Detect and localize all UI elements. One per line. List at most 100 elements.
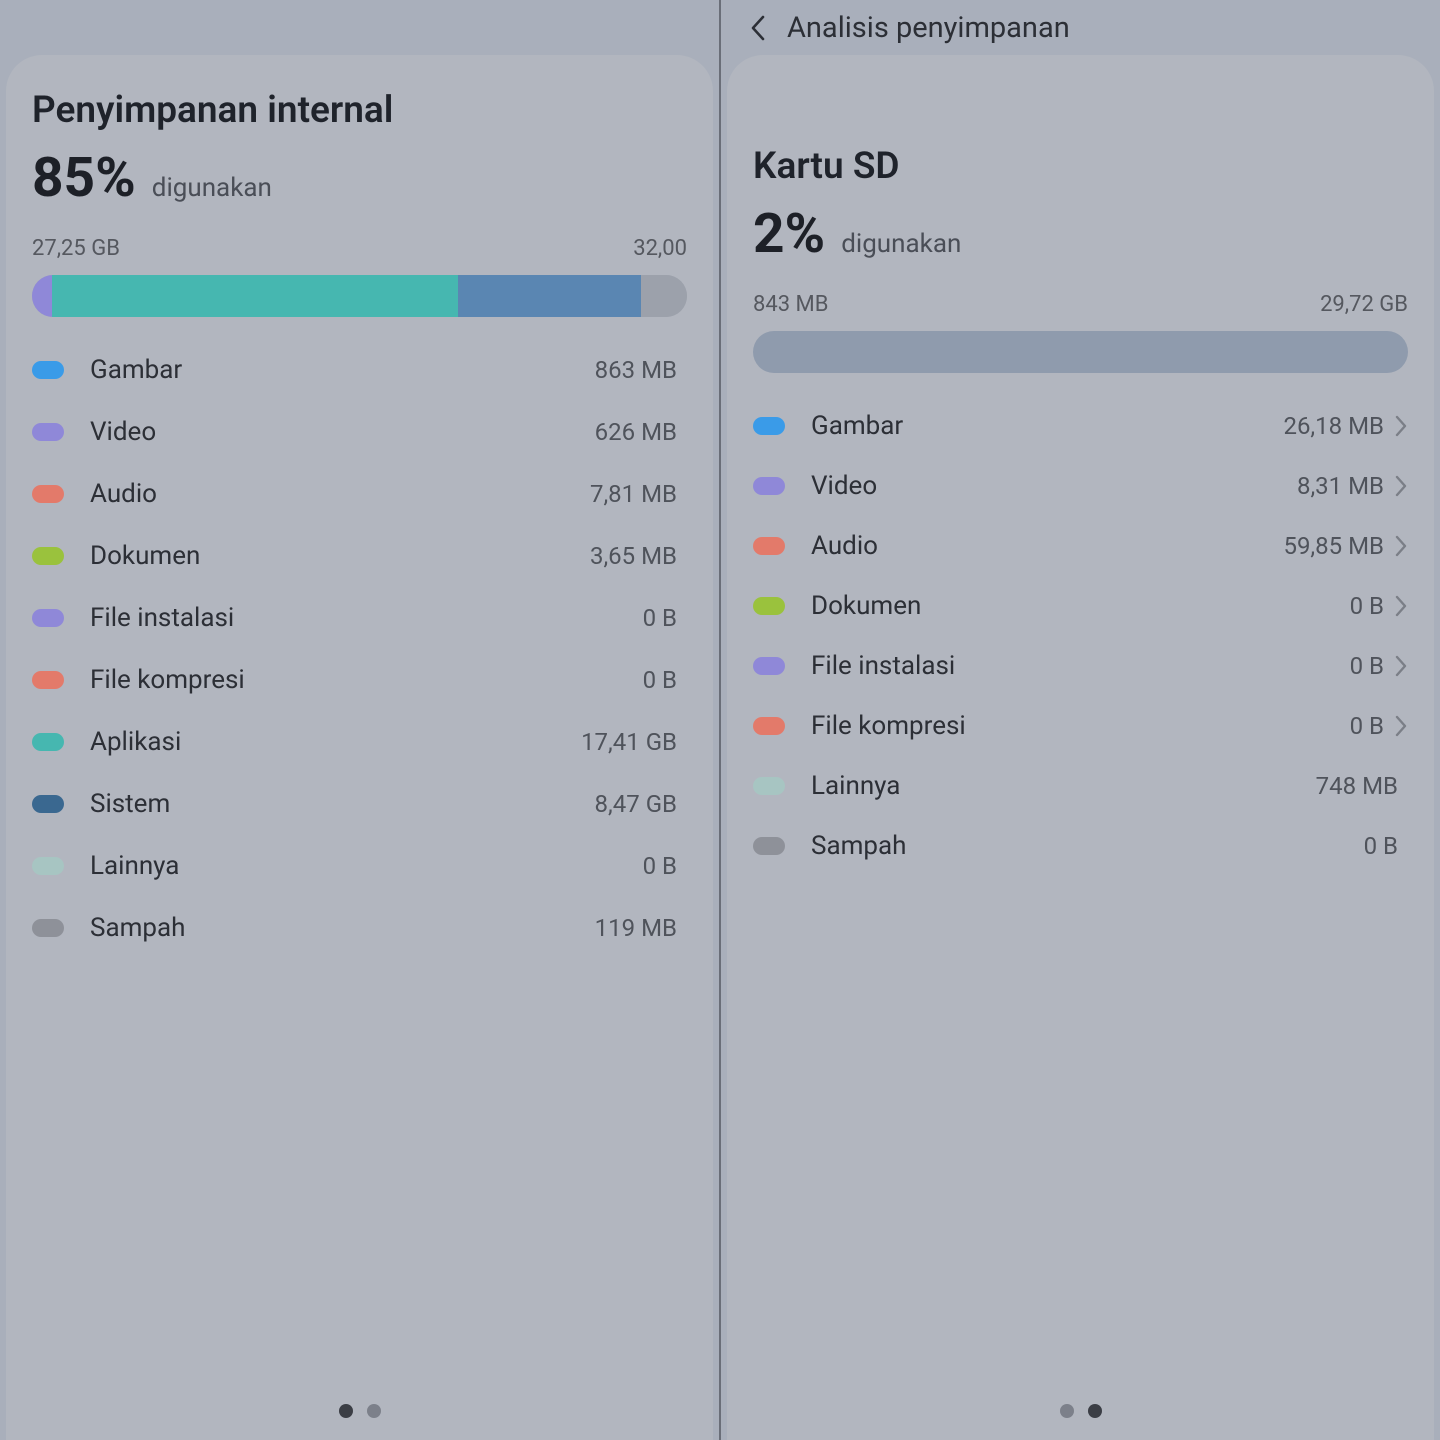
storage-bar xyxy=(753,331,1408,373)
sd-storage-card: Kartu SD 2% digunakan 843 MB 29,72 GB Ga… xyxy=(727,55,1434,1440)
storage-title: Penyimpanan internal xyxy=(32,89,687,132)
category-row-sistem: Sistem8,47 GB xyxy=(32,789,687,819)
used-size: 27,25 GB xyxy=(32,236,120,261)
category-dot-icon xyxy=(32,485,64,503)
pager-dot[interactable] xyxy=(1088,1404,1102,1418)
total-size: 32,00 xyxy=(633,236,687,261)
bar-segment xyxy=(753,331,1408,373)
category-size: 0 B xyxy=(643,852,677,880)
category-row-file-instalasi[interactable]: File instalasi0 B xyxy=(753,651,1408,681)
category-dot-icon xyxy=(753,717,785,735)
category-row-sampah: Sampah0 B xyxy=(753,831,1408,861)
used-size: 843 MB xyxy=(753,292,828,317)
category-label: Gambar xyxy=(90,355,595,385)
category-dot-icon xyxy=(32,609,64,627)
category-list: Gambar26,18 MB Video8,31 MB Audio59,85 MB D… xyxy=(753,411,1408,861)
chevron-left-icon xyxy=(750,15,766,41)
category-row-video: Video626 MB xyxy=(32,417,687,447)
chevron-right-icon xyxy=(1394,475,1408,497)
category-row-audio[interactable]: Audio59,85 MB xyxy=(753,531,1408,561)
category-dot-icon xyxy=(753,417,785,435)
category-row-dokumen[interactable]: Dokumen0 B xyxy=(753,591,1408,621)
category-dot-icon xyxy=(32,857,64,875)
category-size: 0 B xyxy=(1364,832,1398,860)
category-dot-icon xyxy=(32,423,64,441)
category-size: 0 B xyxy=(1350,712,1384,740)
chevron-right-icon xyxy=(1394,655,1408,677)
category-row-file-kompresi: File kompresi0 B xyxy=(32,665,687,695)
category-row-audio: Audio7,81 MB xyxy=(32,479,687,509)
usage-percent: 85% xyxy=(32,146,136,210)
category-row-gambar: Gambar863 MB xyxy=(32,355,687,385)
category-row-video[interactable]: Video8,31 MB xyxy=(753,471,1408,501)
category-size: 0 B xyxy=(1350,652,1384,680)
category-list: Gambar863 MB Video626 MB Audio7,81 MB Dokum… xyxy=(32,355,687,943)
category-label: Dokumen xyxy=(811,591,1350,621)
internal-storage-pane: Penyimpanan internal 85% digunakan 27,25… xyxy=(0,0,721,1440)
category-size: 119 MB xyxy=(595,914,677,942)
total-size: 29,72 GB xyxy=(1320,292,1408,317)
back-button[interactable] xyxy=(743,13,773,43)
sd-storage-pane: Analisis penyimpanan Kartu SD 2% digunak… xyxy=(721,0,1440,1440)
category-label: Video xyxy=(90,417,595,447)
bar-segment xyxy=(52,275,458,317)
category-dot-icon xyxy=(32,733,64,751)
category-label: File instalasi xyxy=(90,603,643,633)
category-label: Audio xyxy=(90,479,590,509)
category-dot-icon xyxy=(753,837,785,855)
category-row-lainnya: Lainnya0 B xyxy=(32,851,687,881)
chevron-right-icon xyxy=(1394,715,1408,737)
category-size: 626 MB xyxy=(595,418,677,446)
category-dot-icon xyxy=(32,919,64,937)
category-label: Sampah xyxy=(90,913,595,943)
size-row: 27,25 GB 32,00 xyxy=(32,236,687,261)
category-label: Lainnya xyxy=(811,771,1316,801)
category-dot-icon xyxy=(32,671,64,689)
statusbar-spacer xyxy=(0,0,719,55)
chevron-right-icon xyxy=(1394,415,1408,437)
category-size: 3,65 MB xyxy=(590,542,677,570)
pager-dot[interactable] xyxy=(367,1404,381,1418)
category-dot-icon xyxy=(753,477,785,495)
category-size: 17,41 GB xyxy=(581,728,677,756)
category-row-sampah: Sampah119 MB xyxy=(32,913,687,943)
category-label: Aplikasi xyxy=(90,727,581,757)
chevron-right-icon xyxy=(1394,595,1408,617)
pager-dot[interactable] xyxy=(1060,1404,1074,1418)
category-size: 59,85 MB xyxy=(1283,532,1384,560)
bar-segment xyxy=(641,275,687,317)
internal-storage-card: Penyimpanan internal 85% digunakan 27,25… xyxy=(6,55,713,1440)
category-label: Audio xyxy=(811,531,1283,561)
header-bar: Analisis penyimpanan xyxy=(721,0,1440,55)
screen-title: Analisis penyimpanan xyxy=(787,11,1070,45)
category-dot-icon xyxy=(753,777,785,795)
bar-segment xyxy=(458,275,641,317)
page-indicator[interactable] xyxy=(6,1404,713,1418)
page-indicator[interactable] xyxy=(727,1404,1434,1418)
category-label: Dokumen xyxy=(90,541,590,571)
category-dot-icon xyxy=(753,657,785,675)
category-dot-icon xyxy=(753,537,785,555)
category-size: 0 B xyxy=(643,666,677,694)
category-size: 7,81 MB xyxy=(590,480,677,508)
usage-label: digunakan xyxy=(841,229,961,259)
category-label: File kompresi xyxy=(811,711,1350,741)
category-dot-icon xyxy=(32,547,64,565)
category-size: 8,47 GB xyxy=(595,790,677,818)
pager-dot[interactable] xyxy=(339,1404,353,1418)
category-row-gambar[interactable]: Gambar26,18 MB xyxy=(753,411,1408,441)
usage-percent: 2% xyxy=(753,202,825,266)
category-size: 26,18 MB xyxy=(1283,412,1384,440)
category-label: Sistem xyxy=(90,789,595,819)
category-row-file-kompresi[interactable]: File kompresi0 B xyxy=(753,711,1408,741)
category-label: Video xyxy=(811,471,1297,501)
category-size: 863 MB xyxy=(595,356,677,384)
category-size: 8,31 MB xyxy=(1297,472,1384,500)
category-dot-icon xyxy=(753,597,785,615)
category-row-lainnya: Lainnya748 MB xyxy=(753,771,1408,801)
bar-segment xyxy=(32,275,52,317)
category-row-dokumen: Dokumen3,65 MB xyxy=(32,541,687,571)
category-label: Gambar xyxy=(811,411,1283,441)
category-label: File kompresi xyxy=(90,665,643,695)
category-label: File instalasi xyxy=(811,651,1350,681)
